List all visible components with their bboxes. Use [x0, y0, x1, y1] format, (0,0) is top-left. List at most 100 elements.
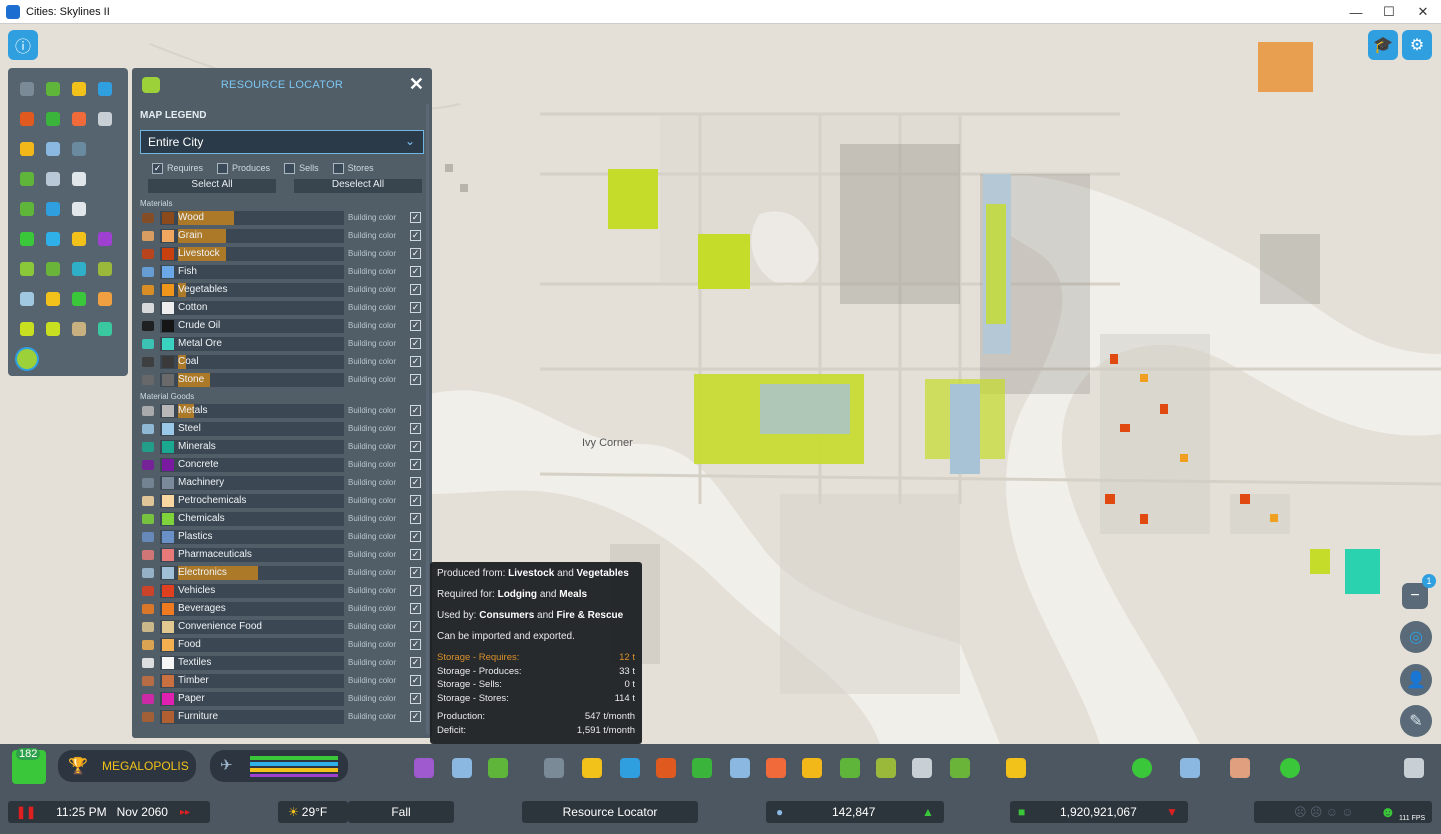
info-view-tools[interactable] [92, 104, 118, 134]
filter-sells[interactable]: Sells [284, 162, 319, 174]
resource-row-food[interactable]: Food Building color ✓ [138, 636, 423, 654]
info-view-commercial-zone[interactable] [40, 224, 66, 254]
visibility-checkbox[interactable]: ✓ [410, 549, 421, 560]
settings-button[interactable]: ⚙ [1402, 30, 1432, 60]
color-swatch[interactable] [162, 639, 174, 651]
display-mode-label[interactable]: Building color [348, 321, 396, 330]
color-swatch[interactable] [162, 338, 174, 350]
display-mode-label[interactable]: Building color [348, 406, 396, 415]
districts-tool-button[interactable] [488, 758, 508, 778]
close-panel-button[interactable]: ✕ [409, 74, 424, 95]
display-mode-label[interactable]: Building color [348, 424, 396, 433]
visibility-checkbox[interactable]: ✓ [410, 513, 421, 524]
transport-tool-button[interactable] [840, 758, 860, 778]
info-view-industrial-zone[interactable] [66, 224, 92, 254]
statistics-button[interactable] [1230, 758, 1250, 778]
resource-row-petrochemicals[interactable]: Petrochemicals Building color ✓ [138, 492, 423, 510]
visibility-checkbox[interactable]: ✓ [410, 423, 421, 434]
parks-tool-button[interactable] [876, 758, 896, 778]
visibility-checkbox[interactable]: ✓ [410, 356, 421, 367]
fire-tool-button[interactable] [766, 758, 786, 778]
resource-row-concrete[interactable]: Concrete Building color ✓ [138, 456, 423, 474]
resource-row-vegetables[interactable]: Vegetables Building color ✓ [138, 281, 423, 299]
resource-row-steel[interactable]: Steel Building color ✓ [138, 420, 423, 438]
population-display[interactable]: ● 142,847 ▲ [766, 801, 944, 823]
info-view-fire[interactable] [66, 104, 92, 134]
landscaping-tool-button[interactable] [950, 758, 970, 778]
close-window-button[interactable]: ✕ [1406, 0, 1440, 24]
resource-row-pharmaceuticals[interactable]: Pharmaceuticals Building color ✓ [138, 546, 423, 564]
visibility-checkbox[interactable]: ✓ [410, 657, 421, 668]
resource-row-convenience-food[interactable]: Convenience Food Building color ✓ [138, 618, 423, 636]
display-mode-label[interactable]: Building color [348, 213, 396, 222]
info-button[interactable]: ⓘ [8, 30, 38, 60]
info-view-landscaping[interactable] [66, 194, 92, 224]
display-mode-label[interactable]: Building color [348, 496, 396, 505]
display-mode-label[interactable]: Building color [348, 303, 396, 312]
info-view-communication[interactable] [40, 164, 66, 194]
electricity-tool-button[interactable] [582, 758, 602, 778]
visibility-checkbox[interactable]: ✓ [410, 711, 421, 722]
happiness-display[interactable]: ☹ ☹ ☺ ☺ ☻ 111 FPS [1254, 801, 1432, 823]
visibility-checkbox[interactable]: ✓ [410, 374, 421, 385]
info-view-pollution[interactable] [40, 254, 66, 284]
visibility-checkbox[interactable]: ✓ [410, 405, 421, 416]
info-view-post[interactable] [66, 164, 92, 194]
map-tiles-button[interactable] [1180, 758, 1200, 778]
resource-row-paper[interactable]: Paper Building color ✓ [138, 690, 423, 708]
color-swatch[interactable] [162, 675, 174, 687]
display-mode-label[interactable]: Building color [348, 568, 396, 577]
display-mode-label[interactable]: Building color [348, 231, 396, 240]
resource-row-stone[interactable]: Stone Building color ✓ [138, 371, 423, 389]
info-view-parks[interactable] [14, 194, 40, 224]
communication-tool-button[interactable] [912, 758, 932, 778]
tutorials-button[interactable]: 🎓 [1368, 30, 1398, 60]
display-mode-label[interactable]: Building color [348, 586, 396, 595]
color-swatch[interactable] [162, 531, 174, 543]
resource-row-crude-oil[interactable]: Crude Oil Building color ✓ [138, 317, 423, 335]
info-view-natural-resources[interactable] [92, 254, 118, 284]
color-swatch[interactable] [162, 284, 174, 296]
info-view-transport[interactable] [14, 164, 40, 194]
visibility-checkbox[interactable]: ✓ [410, 441, 421, 452]
visibility-checkbox[interactable]: ✓ [410, 266, 421, 277]
scope-dropdown[interactable]: Entire City ⌄ [140, 130, 424, 154]
color-swatch[interactable] [162, 266, 174, 278]
garbage-tool-button[interactable] [656, 758, 676, 778]
color-swatch[interactable] [162, 302, 174, 314]
display-mode-label[interactable]: Building color [348, 478, 396, 487]
resource-row-cotton[interactable]: Cotton Building color ✓ [138, 299, 423, 317]
color-swatch[interactable] [162, 248, 174, 260]
info-view-roads[interactable] [14, 74, 40, 104]
visibility-checkbox[interactable]: ✓ [410, 603, 421, 614]
resource-row-electronics[interactable]: Electronics Building color ✓ [138, 564, 423, 582]
visibility-checkbox[interactable]: ✓ [410, 320, 421, 331]
info-view-import-export[interactable] [40, 314, 66, 344]
info-view-tourism[interactable] [92, 284, 118, 314]
zoning-tool-button[interactable] [414, 758, 434, 778]
photo-mode-button[interactable]: ◎ [1400, 621, 1432, 653]
select-all-button[interactable]: Select All [148, 179, 276, 193]
display-mode-label[interactable]: Building color [348, 604, 396, 613]
color-swatch[interactable] [162, 603, 174, 615]
info-view-happiness[interactable] [40, 284, 66, 314]
filter-requires[interactable]: ✓ Requires [152, 162, 203, 174]
color-swatch[interactable] [162, 356, 174, 368]
pause-button[interactable]: ❚❚ [16, 805, 36, 819]
water-tool-button[interactable] [620, 758, 640, 778]
info-view-health[interactable] [40, 104, 66, 134]
display-mode-label[interactable]: Building color [348, 339, 396, 348]
bulldozer-tool-button[interactable] [1006, 758, 1026, 778]
resource-row-furniture[interactable]: Furniture Building color ✓ [138, 708, 423, 726]
display-mode-label[interactable]: Building color [348, 550, 396, 559]
visibility-checkbox[interactable]: ✓ [410, 248, 421, 259]
visibility-checkbox[interactable]: ✓ [410, 693, 421, 704]
info-view-terrain[interactable] [92, 314, 118, 344]
info-view-demographics[interactable] [14, 284, 40, 314]
info-view-garbage[interactable] [14, 104, 40, 134]
speed-button[interactable]: ▸▸ [180, 807, 190, 818]
resource-row-metals[interactable]: Metals Building color ✓ [138, 402, 423, 420]
info-view-outside-connections[interactable] [66, 284, 92, 314]
info-view-traffic[interactable] [66, 254, 92, 284]
milestone-button[interactable]: 🏆 MEGALOPOLIS [58, 750, 196, 782]
